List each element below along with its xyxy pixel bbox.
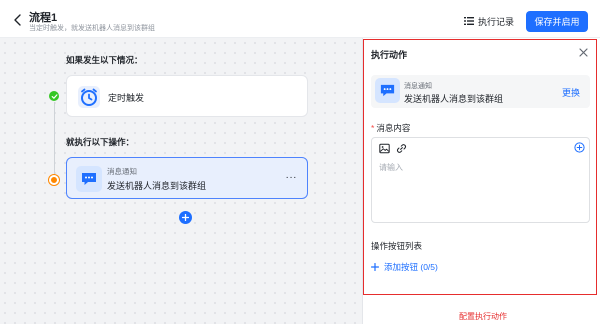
image-icon[interactable]: [379, 143, 390, 154]
more-options-icon[interactable]: ···: [286, 172, 298, 183]
trigger-status-check-icon: [49, 91, 59, 101]
link-icon[interactable]: [396, 143, 407, 154]
selected-action-label: 发送机器人消息到该群组: [404, 94, 504, 104]
add-button-link[interactable]: 添加按钮 (0/5): [371, 261, 438, 273]
message-content-placeholder: 请输入: [379, 163, 403, 172]
flow-connector-line: [54, 102, 55, 175]
message-content-text: 消息内容: [376, 123, 411, 133]
change-action-link[interactable]: 更换: [562, 86, 580, 99]
action-section-label: 就执行以下操作：: [66, 137, 135, 147]
clock-icon: [76, 84, 102, 110]
message-icon: [375, 78, 400, 103]
page-subtitle: 当定时触发，就发送机器人消息到该群组: [29, 25, 155, 32]
action-status-warning-icon: [49, 175, 59, 185]
plus-icon: [182, 214, 189, 221]
flow-canvas[interactable]: 如果发生以下情况： 定时触发 就执行以下操作： 消息通知 发送机器人消息到该群组…: [0, 38, 362, 324]
message-content-label: * 消息内容: [371, 122, 410, 134]
action-node-card[interactable]: 消息通知 发送机器人消息到该群组 ···: [66, 157, 308, 199]
top-bar: 流程1 当定时触发，就发送机器人消息到该群组 执行记录 保存并启用: [0, 0, 600, 38]
message-icon: [76, 166, 102, 192]
trigger-node-card[interactable]: 定时触发: [66, 75, 308, 117]
plus-icon: [371, 263, 379, 271]
selected-action-box: 消息通知 发送机器人消息到该群组 更换: [371, 75, 590, 108]
panel-title: 执行动作: [371, 50, 408, 60]
condition-section-label: 如果发生以下情况：: [66, 55, 143, 65]
required-mark: *: [371, 123, 375, 133]
execution-history-button[interactable]: 执行记录: [464, 14, 514, 28]
trigger-node-label: 定时触发: [108, 93, 145, 103]
action-node-label: 发送机器人消息到该群组: [107, 181, 207, 191]
annotation-caption: 配置执行动作: [459, 312, 507, 321]
add-node-button[interactable]: [179, 211, 192, 224]
button-list-label: 操作按钮列表: [371, 241, 423, 251]
execution-history-label: 执行记录: [478, 16, 515, 27]
close-icon[interactable]: [578, 47, 589, 58]
back-arrow-icon[interactable]: [10, 12, 26, 28]
selected-action-category: 消息通知: [404, 83, 432, 90]
list-icon: [464, 17, 474, 25]
save-and-enable-button[interactable]: 保存并启用: [526, 11, 588, 32]
action-config-panel: 执行动作 消息通知 发送机器人消息到该群组 更换 * 消息内容 请输入 操作按钮…: [363, 39, 597, 295]
insert-variable-icon[interactable]: [574, 142, 585, 153]
add-button-label: 添加按钮 (0/5): [384, 262, 438, 272]
message-content-editor[interactable]: 请输入: [371, 137, 590, 223]
action-node-category: 消息通知: [107, 167, 137, 176]
